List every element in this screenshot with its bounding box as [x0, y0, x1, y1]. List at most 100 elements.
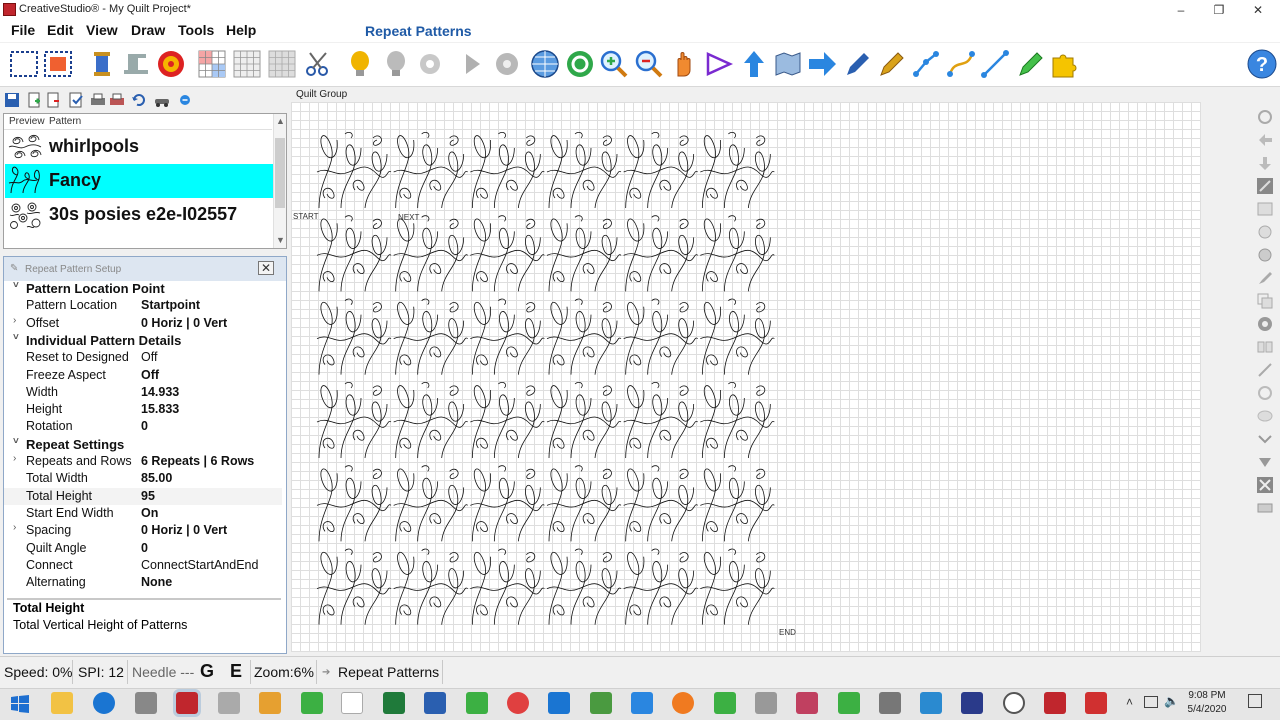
property-row[interactable]: Width 14.933 — [4, 384, 282, 401]
spiral-icon[interactable] — [1256, 315, 1274, 333]
pattern-edit-icon[interactable] — [1256, 177, 1274, 195]
property-row[interactable]: › Repeats and Rows 6 Repeats | 6 Rows — [4, 453, 282, 470]
setup-close-button[interactable]: ✕ — [258, 261, 274, 275]
expand-chevron-icon[interactable]: › — [13, 522, 16, 533]
mirror-icon[interactable] — [1256, 338, 1274, 356]
help-icon[interactable]: ? — [1246, 48, 1278, 80]
property-row[interactable]: Height 15.833 — [4, 401, 282, 418]
app12-taskbar-icon[interactable] — [838, 692, 860, 714]
app2-taskbar-icon[interactable] — [218, 692, 240, 714]
map-icon[interactable] — [772, 48, 804, 80]
app14-taskbar-icon[interactable] — [920, 692, 942, 714]
property-value[interactable]: 0 — [141, 541, 148, 555]
expand-down-icon[interactable] — [1256, 430, 1274, 448]
property-value[interactable]: Off — [141, 350, 157, 364]
collapse-chevron-icon[interactable]: ˅ — [13, 332, 19, 343]
ring-icon[interactable] — [1256, 384, 1274, 402]
app5-taskbar-icon[interactable] — [466, 692, 488, 714]
sewing-machine-icon[interactable] — [120, 48, 152, 80]
marker-icon[interactable] — [1014, 48, 1046, 80]
needle-icon[interactable] — [1256, 361, 1274, 379]
property-value[interactable]: On — [141, 506, 158, 520]
menu-file[interactable]: File — [11, 22, 35, 38]
hand-icon[interactable] — [668, 48, 700, 80]
undo-icon[interactable] — [131, 92, 147, 108]
property-row[interactable]: Pattern Location Startpoint — [4, 297, 282, 314]
chrome-icon[interactable] — [507, 692, 529, 714]
app13-taskbar-icon[interactable] — [879, 692, 901, 714]
new-pattern-icon[interactable] — [26, 92, 42, 108]
notification-icon[interactable] — [1248, 694, 1262, 708]
eraser-icon[interactable] — [1256, 499, 1274, 517]
print-icon[interactable] — [90, 92, 106, 108]
puzzle-icon[interactable] — [1049, 48, 1081, 80]
app3-taskbar-icon[interactable] — [259, 692, 281, 714]
up-arrow-icon[interactable] — [738, 48, 770, 80]
property-value[interactable]: None — [141, 575, 172, 589]
menu-edit[interactable]: Edit — [47, 22, 73, 38]
property-row[interactable]: Total Height 95 — [4, 488, 282, 505]
spool-gray-icon[interactable] — [380, 48, 412, 80]
grid-icon[interactable] — [231, 48, 263, 80]
delete-icon[interactable] — [1256, 476, 1274, 494]
app7-taskbar-icon[interactable] — [590, 692, 612, 714]
property-value[interactable]: 14.933 — [141, 385, 179, 399]
zoom-in-icon[interactable] — [598, 48, 630, 80]
property-row[interactable]: Reset to Designed Off — [4, 349, 282, 366]
expand-chevron-icon[interactable]: › — [13, 453, 16, 464]
pencil-icon[interactable] — [875, 48, 907, 80]
property-value[interactable]: 0 Horiz | 0 Vert — [141, 523, 227, 537]
property-row[interactable]: › Spacing 0 Horiz | 0 Vert — [4, 522, 282, 539]
property-value[interactable]: 85.00 — [141, 471, 172, 485]
info-icon[interactable] — [177, 92, 193, 108]
brush-icon[interactable] — [1256, 269, 1274, 287]
move-down-icon[interactable] — [1256, 154, 1274, 172]
zoom-out-icon[interactable] — [633, 48, 665, 80]
scroll-up-icon[interactable]: ▲ — [276, 116, 285, 126]
blob-icon[interactable] — [1256, 407, 1274, 425]
grid-color-icon[interactable] — [196, 48, 228, 80]
remove-pattern-icon[interactable] — [45, 92, 61, 108]
pattern-list-scrollbar[interactable]: ▲ ▼ — [273, 114, 286, 248]
clock-time[interactable]: 9:08 PM — [1182, 690, 1232, 701]
copy-icon[interactable] — [1256, 292, 1274, 310]
line-icon[interactable] — [979, 48, 1011, 80]
property-value[interactable]: 0 Horiz | 0 Vert — [141, 316, 227, 330]
check-pattern-icon[interactable] — [68, 92, 84, 108]
notepad-icon[interactable] — [341, 692, 363, 714]
scroll-down-icon[interactable]: ▼ — [276, 235, 285, 245]
grid-gray-icon[interactable] — [266, 48, 298, 80]
property-row[interactable]: Alternating None — [4, 574, 282, 591]
scissors-icon[interactable] — [302, 48, 334, 80]
property-value[interactable]: 15.833 — [141, 402, 179, 416]
app4-taskbar-icon[interactable] — [301, 692, 323, 714]
spool-icon[interactable] — [86, 48, 118, 80]
status-e-button[interactable]: E — [230, 661, 242, 682]
file-explorer-icon[interactable] — [51, 692, 73, 714]
app6-taskbar-icon[interactable] — [548, 692, 570, 714]
target-icon[interactable] — [155, 48, 187, 80]
pattern-row-fancy[interactable]: Fancy — [5, 164, 273, 198]
ie-icon[interactable] — [93, 692, 115, 714]
property-row[interactable]: Rotation 0 — [4, 418, 282, 435]
menu-help[interactable]: Help — [226, 22, 256, 38]
tab-quilt-group[interactable]: Quilt Group — [296, 89, 347, 100]
collapse-chevron-icon[interactable]: ˅ — [13, 436, 19, 447]
close-button[interactable]: ✕ — [1243, 1, 1273, 19]
circle-tool-icon[interactable] — [1256, 223, 1274, 241]
menu-tools[interactable]: Tools — [178, 22, 214, 38]
app11-taskbar-icon[interactable] — [796, 692, 818, 714]
volume-icon[interactable]: 🔈 — [1164, 694, 1179, 708]
firefox-icon[interactable] — [672, 692, 694, 714]
property-category[interactable]: ˅ Repeat Settings — [4, 436, 282, 453]
stamp-icon[interactable] — [1256, 246, 1274, 264]
property-value[interactable]: Off — [141, 368, 159, 382]
excel-icon[interactable] — [383, 692, 405, 714]
app16-taskbar-icon[interactable] — [1003, 692, 1025, 714]
print-all-icon[interactable] — [109, 92, 125, 108]
select-fill-icon[interactable] — [42, 48, 74, 80]
app10-taskbar-icon[interactable] — [755, 692, 777, 714]
node-line-icon[interactable] — [910, 48, 942, 80]
restore-button[interactable]: ❐ — [1204, 1, 1234, 19]
app9-taskbar-icon[interactable] — [714, 692, 736, 714]
